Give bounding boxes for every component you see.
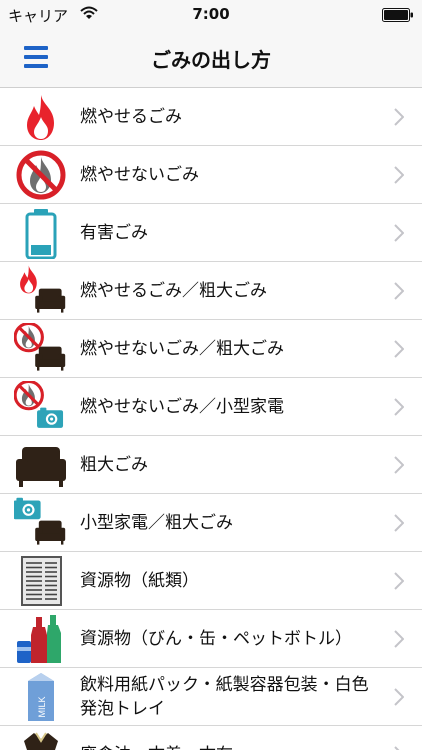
chevron-right-icon <box>394 572 405 590</box>
battery-icon <box>14 207 68 259</box>
clothing-icon <box>14 729 68 750</box>
list-item[interactable]: 有害ごみ <box>0 204 422 262</box>
list-item[interactable]: 燃やせないごみ／粗大ごみ <box>0 320 422 378</box>
garbage-category-list: 燃やせるごみ 燃やせないごみ 有害ごみ 燃やせるごみ／粗大ごみ 燃やせないごみ／… <box>0 88 422 750</box>
list-item[interactable]: 資源物（びん・缶・ペットボトル） <box>0 610 422 668</box>
list-item-label: 燃やせないごみ／粗大ごみ <box>80 339 284 359</box>
chevron-right-icon <box>394 688 405 706</box>
list-item-label: 粗大ごみ <box>80 455 148 475</box>
list-item-label: 廃食油・古着・古布 <box>80 726 382 750</box>
chevron-right-icon <box>394 108 405 126</box>
list-item-label: 有害ごみ <box>80 223 148 243</box>
burnable-fire-icon <box>14 91 68 143</box>
list-item[interactable]: 燃やせないごみ／小型家電 <box>0 378 422 436</box>
chevron-right-icon <box>394 456 405 474</box>
list-item-label: 資源物（びん・缶・ペットボトル） <box>80 629 352 649</box>
list-item[interactable]: 燃やせるごみ／粗大ごみ <box>0 262 422 320</box>
list-item[interactable]: MILK 飲料用紙パック・紙製容器包装・白色発泡トレイ <box>0 668 422 726</box>
fire-and-sofa-icon <box>14 265 68 317</box>
milk-carton-icon: MILK <box>14 671 68 723</box>
list-item-label: 燃やせないごみ <box>80 165 199 185</box>
chevron-right-icon <box>394 746 404 750</box>
navigation-bar: ごみの出し方 <box>0 30 422 88</box>
camera-and-sofa-icon <box>14 497 68 549</box>
list-item-label: 小型家電／粗大ごみ <box>80 513 233 533</box>
chevron-right-icon <box>394 166 405 184</box>
status-bar: キャリア 7:00 <box>0 0 422 30</box>
list-item-label: 燃やせないごみ／小型家電 <box>80 397 284 417</box>
page-title: ごみの出し方 <box>151 48 271 72</box>
chevron-right-icon <box>394 340 405 358</box>
sofa-icon <box>14 439 68 491</box>
chevron-right-icon <box>394 514 405 532</box>
chevron-right-icon <box>394 398 405 416</box>
list-item-label: 燃やせるごみ <box>80 107 182 127</box>
list-item[interactable]: 廃食油・古着・古布 <box>0 726 422 750</box>
prohibited-and-sofa-icon <box>14 323 68 375</box>
list-item-label: 飲料用紙パック・紙製容器包装・白色発泡トレイ <box>80 675 369 719</box>
list-item-label: 資源物（紙類） <box>80 571 199 591</box>
list-item[interactable]: 燃やせるごみ <box>0 88 422 146</box>
chevron-right-icon <box>394 224 405 242</box>
non-burnable-prohibited-icon <box>14 149 68 201</box>
list-item[interactable]: 小型家電／粗大ごみ <box>0 494 422 552</box>
list-item-label: 燃やせるごみ／粗大ごみ <box>80 281 267 301</box>
list-item[interactable]: 粗大ごみ <box>0 436 422 494</box>
bottles-and-can-icon <box>14 613 68 665</box>
chevron-right-icon <box>394 630 405 648</box>
list-item[interactable]: 燃やせないごみ <box>0 146 422 204</box>
chevron-right-icon <box>394 282 405 300</box>
prohibited-and-camera-icon <box>14 381 68 433</box>
status-time: 7:00 <box>192 5 230 23</box>
battery-icon-status <box>382 8 413 22</box>
newspaper-icon <box>14 555 68 607</box>
list-item[interactable]: 資源物（紙類） <box>0 552 422 610</box>
svg-text:MILK: MILK <box>37 696 47 717</box>
